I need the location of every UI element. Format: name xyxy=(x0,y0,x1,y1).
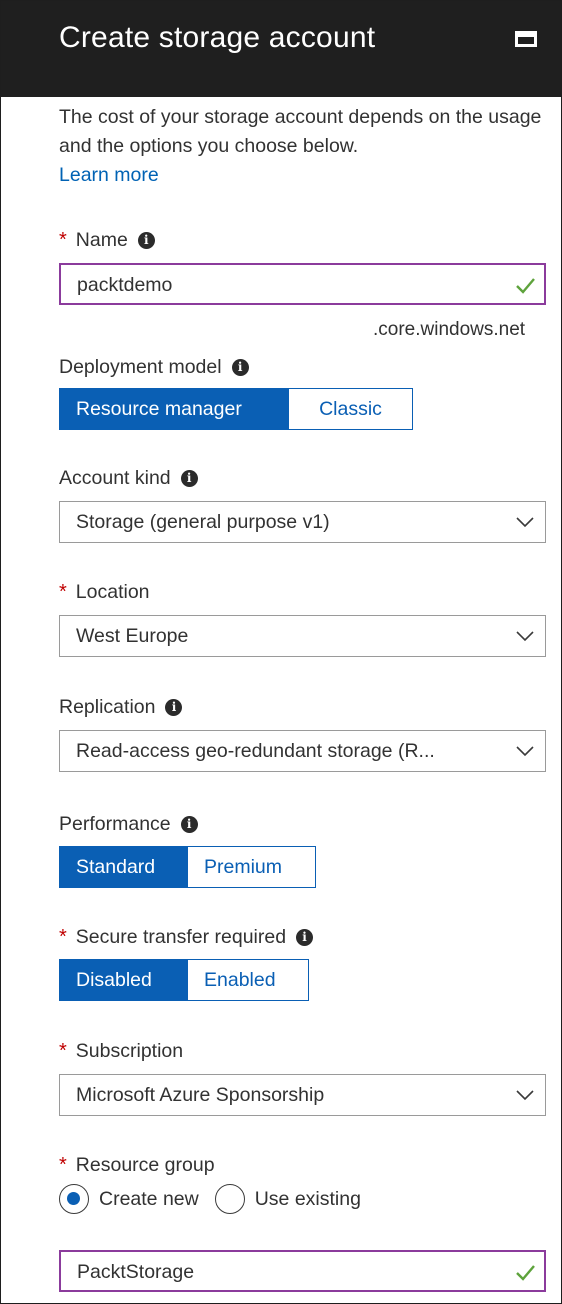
name-domain-suffix: .core.windows.net xyxy=(373,319,526,340)
account-kind-label-row: Account kind i xyxy=(59,467,198,490)
checkmark-icon xyxy=(516,1265,535,1281)
checkmark-icon xyxy=(516,278,535,294)
info-icon[interactable]: i xyxy=(137,232,155,249)
replication-label-row: Replication i xyxy=(59,696,183,719)
account-kind-value: Storage (general purpose v1) xyxy=(76,511,330,533)
secure-transfer-label: Secure transfer required xyxy=(75,926,287,948)
radio-create-new-label[interactable]: Create new xyxy=(99,1188,199,1211)
deployment-model-toggle: Resource manager Classic xyxy=(59,388,413,430)
resource-group-label: Resource group xyxy=(75,1154,215,1176)
secure-transfer-toggle: Disabled Enabled xyxy=(59,959,309,1001)
performance-toggle: Standard Premium xyxy=(59,846,316,888)
subscription-dropdown[interactable]: Microsoft Azure Sponsorship xyxy=(59,1074,546,1116)
chevron-down-icon xyxy=(516,631,534,642)
name-label: Name xyxy=(75,229,128,251)
subscription-label-row: * Subscription xyxy=(59,1040,183,1063)
location-label-row: * Location xyxy=(59,581,150,604)
info-icon[interactable]: i xyxy=(180,470,198,487)
name-label-row: * Name i xyxy=(59,229,155,252)
blade-header: Create storage account xyxy=(1,1,561,97)
location-dropdown[interactable]: West Europe xyxy=(59,615,546,657)
deployment-model-label-row: Deployment model i xyxy=(59,356,249,379)
required-asterisk: * xyxy=(59,1154,67,1176)
subscription-label: Subscription xyxy=(75,1040,184,1062)
deployment-option-resource-manager[interactable]: Resource manager xyxy=(60,389,289,429)
required-asterisk: * xyxy=(59,229,67,251)
replication-dropdown[interactable]: Read-access geo-redundant storage (R... xyxy=(59,730,546,772)
deployment-model-label: Deployment model xyxy=(59,356,222,378)
replication-value: Read-access geo-redundant storage (R... xyxy=(76,740,435,762)
required-asterisk: * xyxy=(59,1040,67,1062)
resource-group-field-box xyxy=(59,1250,546,1292)
resource-group-radio-row: Create new Use existing xyxy=(59,1184,361,1214)
secure-transfer-option-enabled[interactable]: Enabled xyxy=(188,960,308,1000)
performance-label-row: Performance i xyxy=(59,813,198,836)
secure-transfer-option-disabled[interactable]: Disabled xyxy=(60,960,188,1000)
radio-use-existing[interactable] xyxy=(214,1184,245,1214)
account-kind-dropdown[interactable]: Storage (general purpose v1) xyxy=(59,501,546,543)
performance-label: Performance xyxy=(59,813,171,835)
account-kind-label: Account kind xyxy=(59,467,171,489)
info-icon[interactable]: i xyxy=(231,359,249,376)
intro-text: The cost of your storage account depends… xyxy=(59,106,542,157)
required-asterisk: * xyxy=(59,581,67,603)
secure-transfer-label-row: * Secure transfer required i xyxy=(59,926,314,949)
intro-text-block: The cost of your storage account depends… xyxy=(59,103,549,190)
blade-title: Create storage account xyxy=(59,21,376,54)
required-asterisk: * xyxy=(59,926,67,948)
info-icon[interactable]: i xyxy=(296,929,314,946)
deployment-option-classic[interactable]: Classic xyxy=(289,389,412,429)
chevron-down-icon xyxy=(516,1090,534,1101)
subscription-value: Microsoft Azure Sponsorship xyxy=(76,1084,325,1106)
maximize-icon[interactable] xyxy=(515,31,537,47)
location-label: Location xyxy=(75,581,150,603)
learn-more-link[interactable]: Learn more xyxy=(59,164,159,186)
chevron-down-icon xyxy=(516,517,534,528)
location-value: West Europe xyxy=(76,625,189,647)
radio-use-existing-label[interactable]: Use existing xyxy=(255,1188,361,1211)
chevron-down-icon xyxy=(516,746,534,757)
info-icon[interactable]: i xyxy=(180,816,198,833)
performance-option-premium[interactable]: Premium xyxy=(188,847,315,887)
create-storage-account-blade: Create storage account The cost of your … xyxy=(0,0,562,1304)
radio-create-new[interactable] xyxy=(59,1184,89,1214)
performance-option-standard[interactable]: Standard xyxy=(60,847,188,887)
info-icon[interactable]: i xyxy=(165,699,183,716)
resource-group-input[interactable] xyxy=(77,1259,497,1285)
resource-group-label-row: * Resource group xyxy=(59,1154,215,1177)
name-field-box xyxy=(59,263,546,305)
name-input[interactable] xyxy=(77,272,497,298)
replication-label: Replication xyxy=(59,696,156,718)
